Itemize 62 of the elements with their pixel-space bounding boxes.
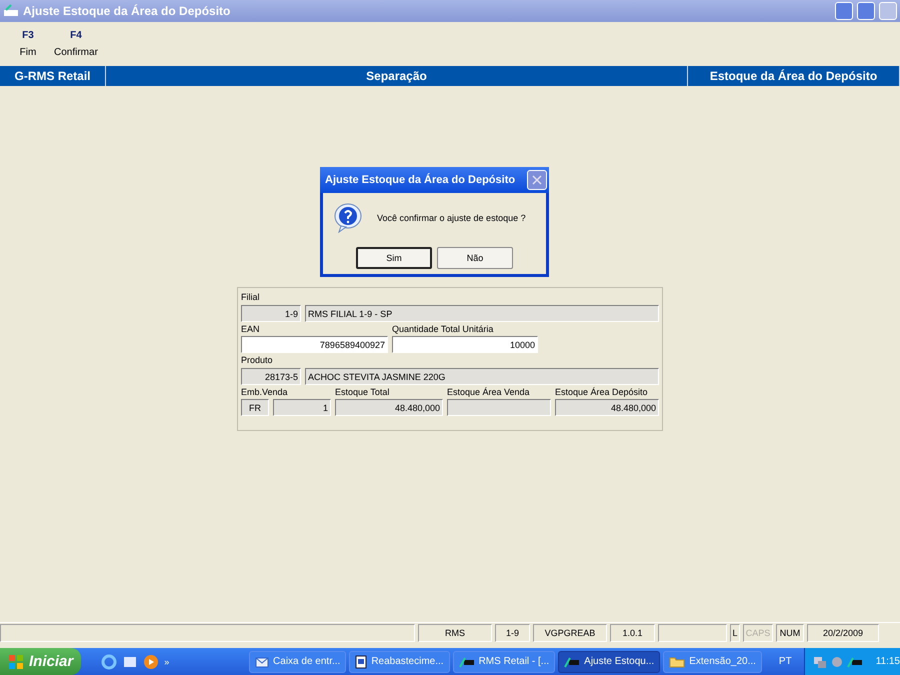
question-icon bbox=[333, 203, 363, 233]
warehouse-stock-field: 48.480,000 bbox=[555, 399, 659, 416]
field-label: Estoque Total bbox=[335, 386, 390, 399]
header-section: Estoque da Área do Depósito bbox=[688, 66, 900, 86]
plug-icon bbox=[458, 656, 475, 668]
close-icon bbox=[531, 174, 543, 186]
folder-icon bbox=[669, 656, 686, 668]
total-stock-field: 48.480,000 bbox=[335, 399, 443, 416]
language-indicator[interactable]: PT bbox=[778, 656, 792, 667]
header-section: G-RMS Retail bbox=[0, 66, 106, 86]
taskbar-task[interactable]: Reabastecime... bbox=[349, 650, 450, 672]
media-player-icon[interactable] bbox=[143, 654, 160, 670]
network-icon[interactable] bbox=[812, 654, 827, 668]
restore-button[interactable] bbox=[857, 2, 875, 20]
status-cell: VGPGREAB bbox=[533, 624, 607, 642]
field-label: Produto bbox=[241, 354, 274, 367]
dialog-title: Ajuste Estoque da Área do Depósito bbox=[324, 174, 516, 186]
envelope-icon bbox=[255, 656, 270, 668]
status-cell: 1.0.1 bbox=[610, 624, 655, 642]
clock: 11:15 bbox=[876, 656, 900, 667]
field-label: Emb.Venda bbox=[241, 386, 289, 399]
field-label: Estoque Área Venda bbox=[447, 386, 531, 399]
taskbar-task[interactable]: Ajuste Estoqu... bbox=[558, 650, 660, 672]
status-cell: NUM bbox=[776, 624, 804, 642]
more-chevron[interactable]: » bbox=[164, 656, 170, 666]
status-cell: RMS bbox=[418, 624, 492, 642]
product-code-field: 28173-5 bbox=[241, 368, 301, 385]
field-label: EAN bbox=[241, 323, 261, 336]
minimize-button[interactable] bbox=[835, 2, 853, 20]
dialog-button[interactable]: Sim bbox=[356, 247, 432, 269]
dialog-button[interactable]: Não bbox=[437, 247, 513, 269]
field-label: Filial bbox=[241, 291, 261, 304]
status-cell bbox=[658, 624, 727, 642]
taskbar-task[interactable]: Extensão_20... bbox=[663, 650, 762, 672]
ean-field[interactable]: 7896589400927 bbox=[241, 336, 388, 353]
package-field: FR bbox=[241, 399, 269, 416]
product-name-field: ACHOC STEVITA JASMINE 220G bbox=[305, 368, 659, 385]
document-icon bbox=[355, 654, 368, 668]
browser-icon[interactable] bbox=[101, 654, 118, 670]
status-cell: L bbox=[730, 624, 740, 642]
package-quantity-field: 1 bbox=[273, 399, 331, 416]
dialog-message: Você confirmar o ajuste de estoque ? bbox=[377, 213, 526, 223]
quantity-field[interactable]: 10000 bbox=[392, 336, 538, 353]
function-key-button[interactable]: F3 Fim bbox=[8, 30, 48, 66]
status-cell: CAPS bbox=[743, 624, 773, 642]
app-logo-icon bbox=[3, 4, 19, 18]
plug-icon bbox=[564, 656, 580, 668]
close-button[interactable] bbox=[527, 170, 547, 190]
field-label: Estoque Área Depósito bbox=[555, 386, 649, 399]
branch-name-field: RMS FILIAL 1-9 - SP bbox=[305, 305, 659, 322]
windows-logo-icon bbox=[8, 654, 24, 670]
status-cell: 1-9 bbox=[495, 624, 530, 642]
close-button[interactable] bbox=[879, 2, 897, 20]
window-title: Ajuste Estoque da Área do Depósito bbox=[23, 4, 232, 18]
function-key-button[interactable]: F4 Confirmar bbox=[54, 30, 98, 66]
taskbar-task[interactable]: Caixa de entr... bbox=[249, 650, 346, 672]
taskbar-task[interactable]: RMS Retail - [... bbox=[452, 650, 556, 672]
field-label: Quantidade Total Unitária bbox=[392, 323, 494, 336]
header-section: Separação bbox=[106, 66, 688, 86]
status-cell: 20/2/2009 bbox=[807, 624, 879, 642]
branch-code-field: 1-9 bbox=[241, 305, 301, 322]
plug-icon bbox=[846, 656, 863, 668]
